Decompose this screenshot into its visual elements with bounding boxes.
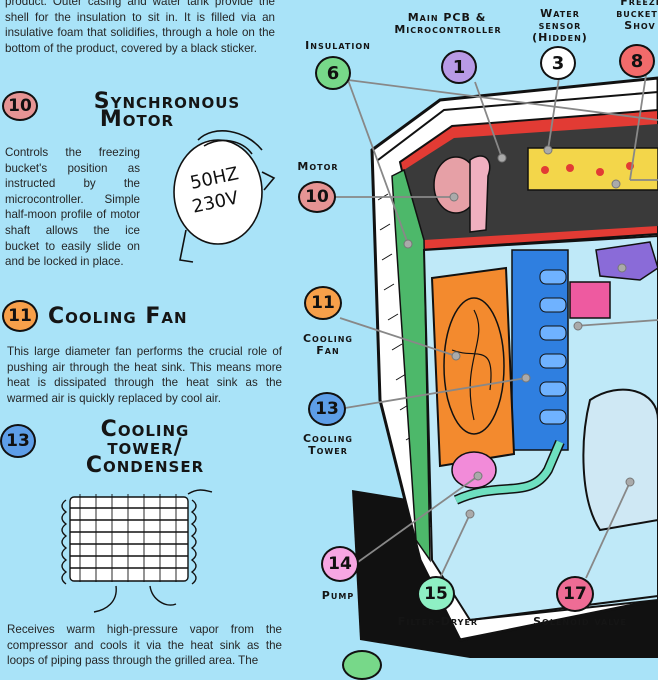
callout-11-label-2: Fan [316, 344, 340, 357]
callout-8-badge: 8 [619, 44, 655, 78]
callout-6-badge: 6 [315, 56, 351, 90]
section-11-number: 11 [8, 306, 32, 326]
callout-3-number: 3 [551, 52, 565, 74]
section-13-title-3: Condenser [85, 453, 205, 478]
intro-text: product. Outer casing and water tank pro… [5, 0, 275, 55]
callout-13-badge: 13 [308, 392, 346, 426]
callout-partial-badge [342, 650, 382, 680]
section-11-title: Cooling Fan [48, 304, 188, 329]
callout-14-number: 14 [328, 554, 352, 574]
section-10-title-2: Motor [99, 107, 175, 132]
callout-14-label: Pump [321, 589, 355, 602]
section-11-description: This large diameter fan performs the cru… [7, 345, 282, 405]
callout-14-badge: 14 [321, 546, 359, 582]
callout-17-label: Solenoid valve [533, 615, 627, 628]
callout-8-number: 8 [630, 50, 644, 72]
section-11-badge: 11 [2, 300, 38, 332]
callout-13-number: 13 [315, 399, 339, 419]
section-13-description: Receives warm high-pressure vapor from t… [7, 623, 282, 668]
callout-1-label-2: Microcontroller [394, 23, 502, 36]
callout-15-badge: 15 [417, 576, 455, 612]
callout-1-badge: 1 [441, 50, 477, 84]
callout-6-number: 6 [326, 62, 340, 84]
callout-11-number: 11 [311, 293, 335, 313]
callout-3-badge: 3 [540, 46, 576, 80]
callout-6-label: Insulation [305, 39, 371, 52]
callout-15-label: Filter-Dryer [397, 615, 479, 628]
callout-1-number: 1 [452, 56, 466, 78]
section-13-number: 13 [6, 431, 30, 451]
section-10-badge: 10 [2, 91, 38, 121]
callout-17-badge: 17 [556, 576, 594, 612]
callout-10-label: Motor [297, 160, 339, 173]
callout-13-label-2: Tower [308, 444, 348, 457]
callout-10-badge: 10 [298, 181, 336, 213]
callout-15-number: 15 [424, 584, 448, 604]
section-10-number: 10 [8, 96, 32, 116]
callout-3-label-3: (Hidden) [532, 31, 588, 44]
section-13-badge: 13 [0, 424, 36, 458]
section-10-description: Controls the freezing bucket's position … [5, 146, 140, 269]
callout-10-number: 10 [305, 187, 329, 207]
callout-11-badge: 11 [304, 286, 342, 320]
callout-17-number: 17 [563, 584, 587, 604]
callout-8-label-3: Shov [624, 19, 656, 32]
